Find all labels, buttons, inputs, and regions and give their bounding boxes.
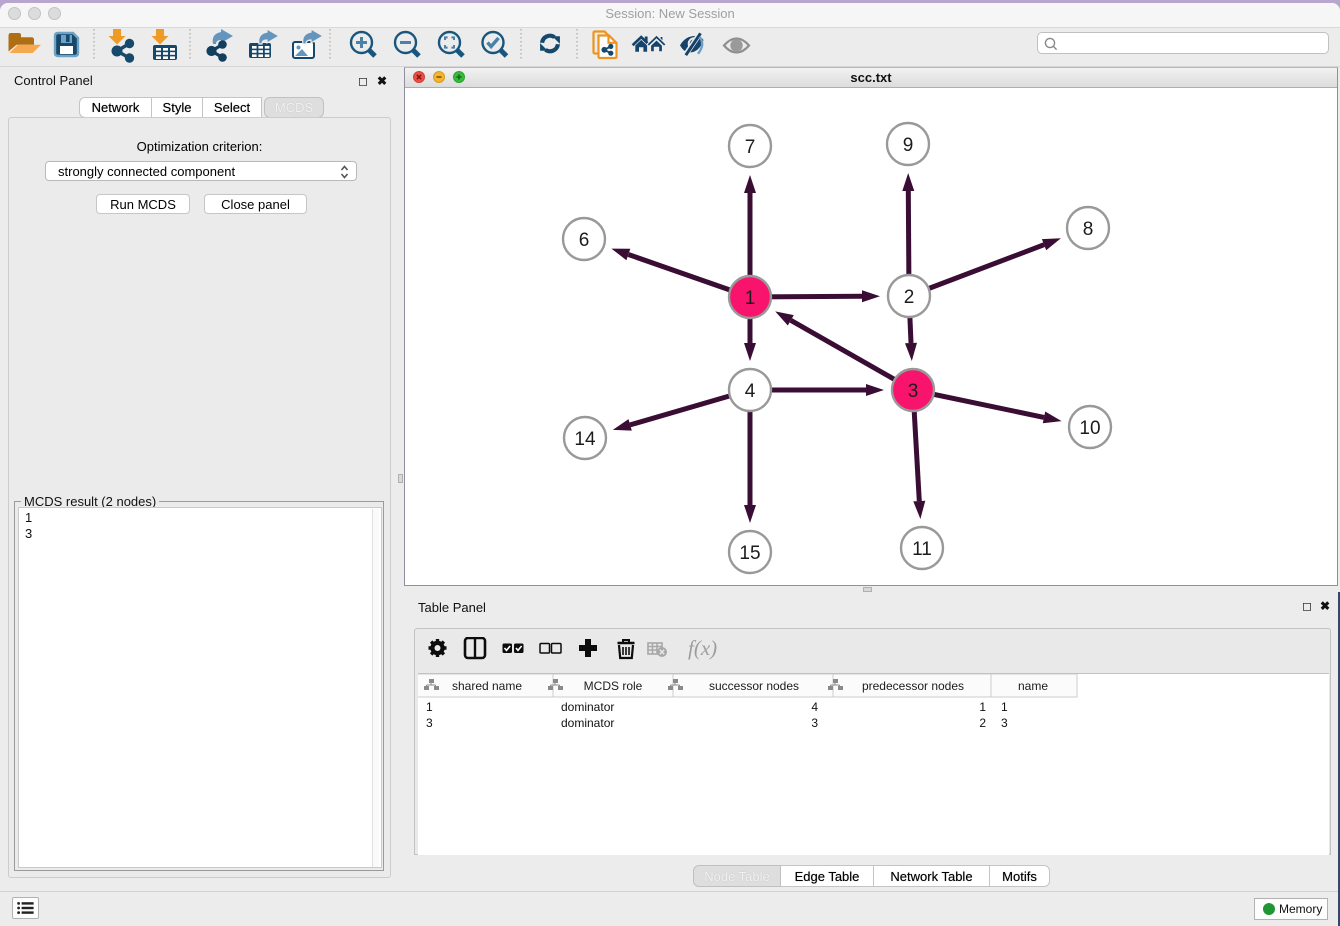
svg-text:f(x): f(x) [688,637,717,660]
svg-text:dominator: dominator [561,716,614,730]
svg-text:shared name: shared name [452,679,522,693]
svg-text:3: 3 [426,716,433,730]
svg-text:predecessor nodes: predecessor nodes [862,679,964,693]
svg-text:1: 1 [979,700,986,714]
svg-text:3: 3 [1001,716,1008,730]
svg-text:7: 7 [745,137,756,158]
svg-text:14: 14 [574,429,596,450]
svg-text:10: 10 [1079,418,1100,439]
svg-text:successor nodes: successor nodes [709,679,799,693]
svg-text:2: 2 [979,716,986,730]
svg-text:1: 1 [1001,700,1008,714]
svg-text:9: 9 [903,135,914,156]
svg-text:name: name [1018,679,1048,693]
svg-text:2: 2 [904,287,915,308]
svg-text:15: 15 [739,543,760,564]
svg-text:MCDS role: MCDS role [584,679,643,693]
svg-text:4: 4 [745,381,756,402]
svg-text:11: 11 [912,539,932,560]
svg-text:1: 1 [745,288,756,309]
svg-text:3: 3 [811,716,818,730]
svg-text:3: 3 [908,381,919,402]
svg-text:6: 6 [579,230,590,251]
svg-text:4: 4 [811,700,818,714]
svg-text:1: 1 [426,700,433,714]
svg-text:8: 8 [1083,219,1094,240]
svg-text:dominator: dominator [561,700,614,714]
